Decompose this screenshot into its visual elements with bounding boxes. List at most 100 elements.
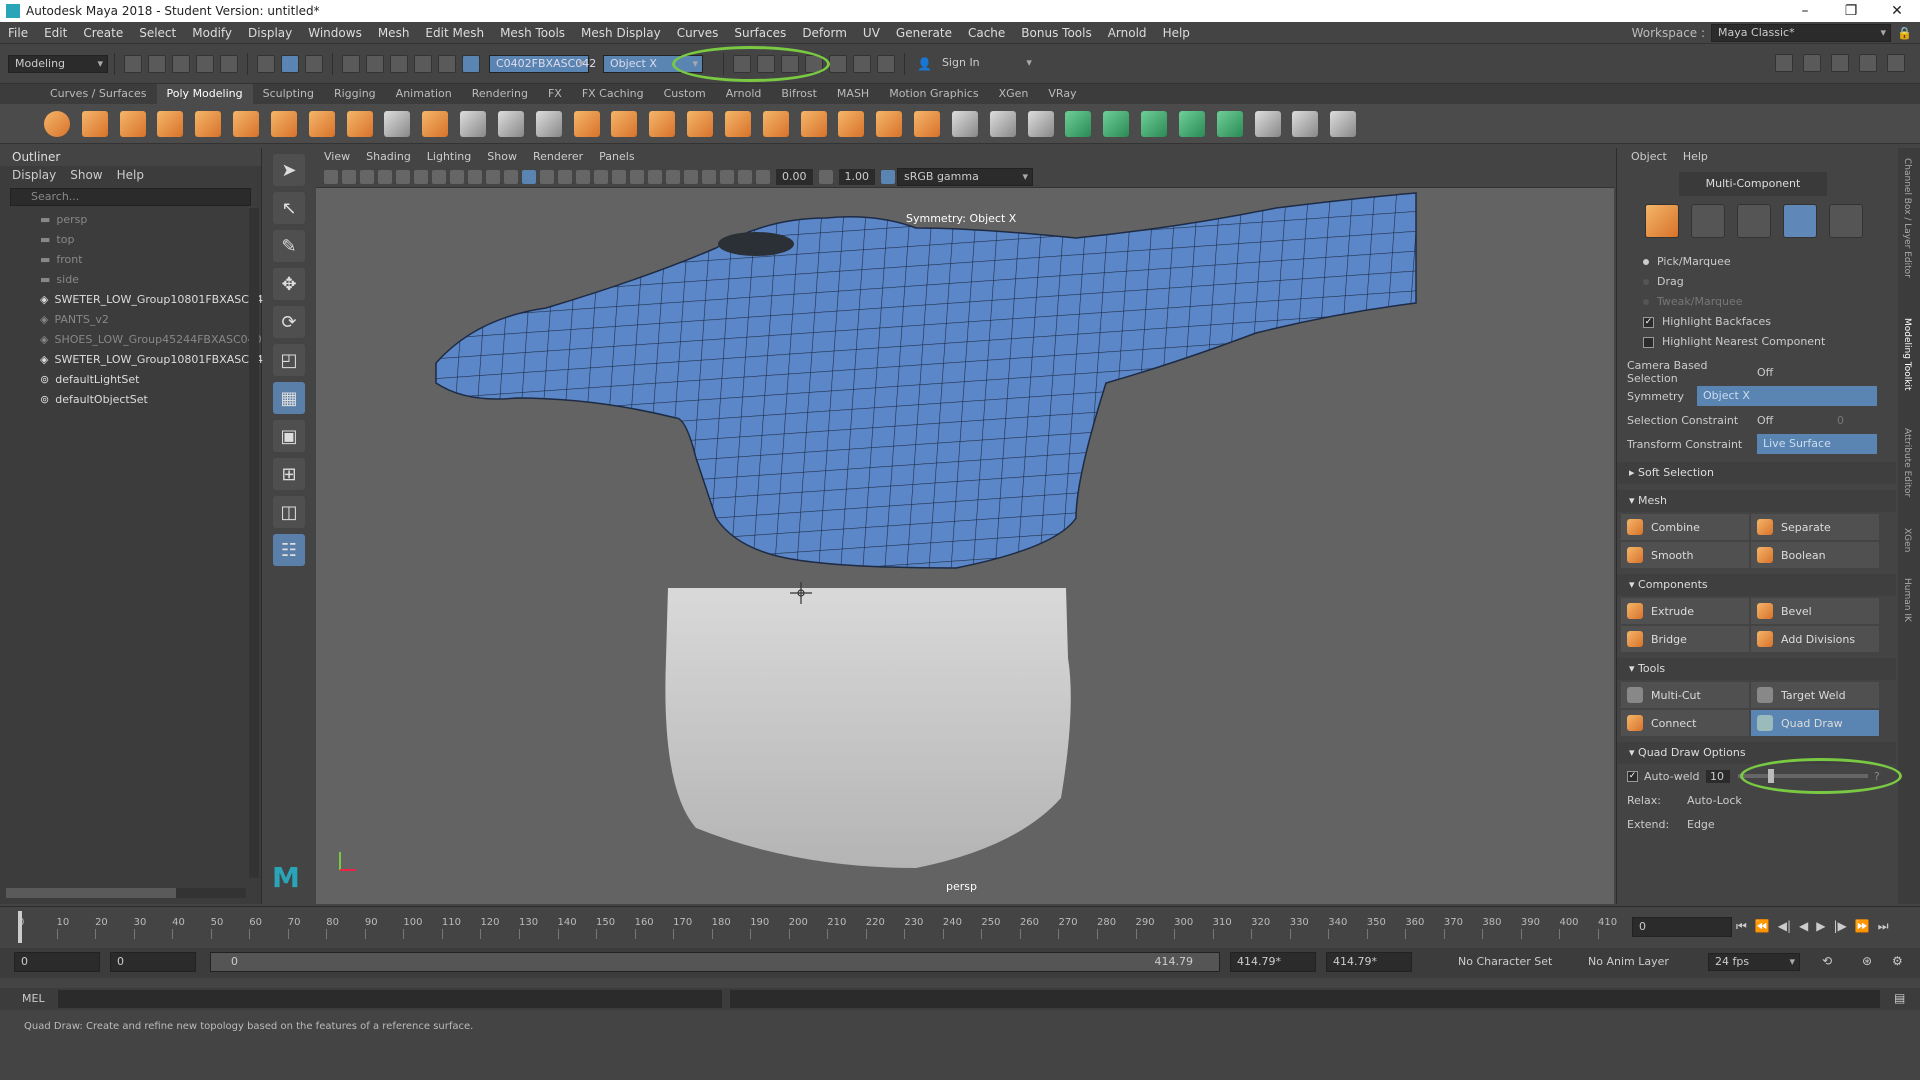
bevel-icon[interactable]: [838, 111, 865, 137]
current-frame-field[interactable]: 0: [1632, 917, 1732, 937]
menu-item[interactable]: Arnold: [1100, 22, 1155, 44]
step-back-frame-icon[interactable]: ◀|: [1778, 919, 1791, 934]
select-object-icon[interactable]: [281, 54, 299, 73]
smooth-mesh-icon[interactable]: [687, 111, 714, 137]
anim-layer-dropdown[interactable]: No Anim Layer: [1588, 955, 1669, 968]
side-tab-modeling-toolkit[interactable]: Modeling Toolkit: [1902, 318, 1912, 391]
shelf-tab[interactable]: XGen: [989, 84, 1039, 104]
exposure-value[interactable]: 0.00: [776, 168, 813, 185]
snap-surface-icon[interactable]: [438, 54, 456, 73]
auto-key-icon[interactable]: ⊛: [1862, 954, 1872, 968]
playback-start-field[interactable]: 0: [110, 952, 196, 972]
outliner-item[interactable]: ⊚ defaultObjectSet: [0, 390, 261, 410]
text-tool-icon[interactable]: [384, 111, 411, 137]
select-component-icon[interactable]: [305, 54, 323, 73]
xray-components-icon[interactable]: [738, 169, 752, 184]
smooth-shade-icon[interactable]: [522, 169, 536, 184]
gamma-value[interactable]: 1.00: [838, 168, 875, 185]
menu-item[interactable]: Generate: [888, 22, 960, 44]
uv-layout-icon[interactable]: [1254, 111, 1281, 137]
side-tab-xgen[interactable]: XGen: [1902, 528, 1912, 552]
super-shape-icon[interactable]: [346, 111, 373, 137]
smooth-icon[interactable]: [497, 111, 524, 137]
side-tab-attribute-editor[interactable]: Attribute Editor: [1902, 428, 1912, 497]
menu-item[interactable]: Windows: [300, 22, 370, 44]
edge-mode-icon[interactable]: [1737, 204, 1771, 238]
viewport-panel[interactable]: View Shading Lighting Show Renderer Pane…: [316, 148, 1614, 904]
cylindrical-uv-icon[interactable]: [1141, 111, 1168, 137]
poly-cube-icon[interactable]: [81, 111, 108, 137]
outliner-item[interactable]: ▬ top: [0, 230, 261, 250]
bridge-button[interactable]: Bridge: [1621, 626, 1749, 652]
exposure-icon[interactable]: [756, 169, 770, 184]
camera-attr-icon[interactable]: [324, 169, 338, 184]
snap-point-icon[interactable]: [390, 54, 408, 73]
menu-item[interactable]: Surfaces: [726, 22, 794, 44]
mel-input[interactable]: [58, 990, 722, 1008]
current-frame-marker[interactable]: [18, 911, 22, 943]
menu-item[interactable]: Help: [1155, 22, 1198, 44]
bevel-button[interactable]: Bevel: [1751, 598, 1879, 624]
face-mode-icon[interactable]: [1783, 204, 1817, 238]
shelf-tab[interactable]: Custom: [654, 84, 716, 104]
time-slider[interactable]: 0 10 20 30 40 50 60 70 80 90 100 110 120 130 140 150 160…: [0, 906, 1920, 946]
shelf-tab[interactable]: MASH: [827, 84, 879, 104]
open-scene-icon[interactable]: [148, 54, 166, 73]
textured-icon[interactable]: [558, 169, 572, 184]
quad-draw-tool-icon[interactable]: ▦: [273, 382, 305, 414]
lasso-tool-icon[interactable]: ↖: [273, 192, 305, 224]
connect-button[interactable]: Connect: [1621, 710, 1749, 736]
outliner-search-input[interactable]: Search...: [10, 188, 251, 206]
xray-joints-icon[interactable]: [720, 169, 734, 184]
depth-of-field-icon[interactable]: [666, 169, 680, 184]
connect-icon[interactable]: [1027, 111, 1054, 137]
menu-item[interactable]: Curves: [669, 22, 727, 44]
quad-draw-button[interactable]: Quad Draw: [1751, 710, 1879, 736]
tool-settings-icon[interactable]: [1859, 54, 1877, 72]
fill-hole-icon[interactable]: [876, 111, 903, 137]
multi-cut-button[interactable]: Multi-Cut: [1621, 682, 1749, 708]
grid-icon[interactable]: [378, 169, 392, 184]
outliner-menu-show[interactable]: Show: [70, 166, 102, 184]
attribute-editor-icon[interactable]: [1831, 54, 1849, 72]
menu-item[interactable]: Cache: [960, 22, 1013, 44]
poly-disc-icon[interactable]: [270, 111, 297, 137]
snap-curve-icon[interactable]: [366, 54, 384, 73]
gate-mask-icon[interactable]: [432, 169, 446, 184]
reduce-icon[interactable]: [535, 111, 562, 137]
append-icon[interactable]: [914, 111, 941, 137]
shelf-tab[interactable]: Rendering: [462, 84, 538, 104]
vertex-mode-icon[interactable]: [1691, 204, 1725, 238]
uv-mode-icon[interactable]: [1829, 204, 1863, 238]
camera-bookmark-icon[interactable]: [342, 169, 356, 184]
menu-item[interactable]: Modify: [184, 22, 240, 44]
new-scene-icon[interactable]: [124, 54, 142, 73]
add-divisions-button[interactable]: Add Divisions: [1751, 626, 1879, 652]
transform-constraint-field[interactable]: Transform Constraint Live Surface: [1617, 432, 1896, 456]
workspace-dropdown[interactable]: Maya Classic*: [1711, 24, 1892, 42]
outliner-layout-icon[interactable]: ☷: [273, 534, 305, 566]
viewport-menu-item[interactable]: View: [324, 148, 350, 166]
highlight-nearest-checkbox[interactable]: Highlight Nearest Component: [1617, 332, 1896, 352]
sign-in-button[interactable]: Sign In: [935, 54, 1036, 73]
viewport-menu-item[interactable]: Lighting: [427, 148, 471, 166]
two-view-icon[interactable]: ◫: [273, 496, 305, 528]
outliner-hscrollbar[interactable]: [6, 888, 246, 898]
tools-section-header[interactable]: ▾ Tools: [1617, 658, 1896, 680]
menu-item[interactable]: UV: [855, 22, 888, 44]
select-hierarchy-icon[interactable]: [257, 54, 275, 73]
color-management-icon[interactable]: [881, 169, 895, 184]
multi-cut-icon[interactable]: [951, 111, 978, 137]
sculpt-icon[interactable]: [460, 111, 487, 137]
viewport-scene[interactable]: Symmetry: Object X persp: [316, 188, 1614, 904]
outliner-menu-help[interactable]: Help: [117, 166, 144, 184]
menu-set-dropdown[interactable]: Modeling: [8, 54, 108, 73]
rotate-tool-icon[interactable]: ⟳: [273, 306, 305, 338]
outliner-menu-display[interactable]: Display: [12, 166, 56, 184]
auto-uv-icon[interactable]: [1216, 111, 1243, 137]
extrude-icon[interactable]: [762, 111, 789, 137]
shelf-tab[interactable]: VRay: [1038, 84, 1086, 104]
layout-icon[interactable]: [1775, 54, 1793, 72]
wireframe-icon[interactable]: [504, 169, 518, 184]
step-forward-key-icon[interactable]: ⏩: [1855, 919, 1870, 934]
